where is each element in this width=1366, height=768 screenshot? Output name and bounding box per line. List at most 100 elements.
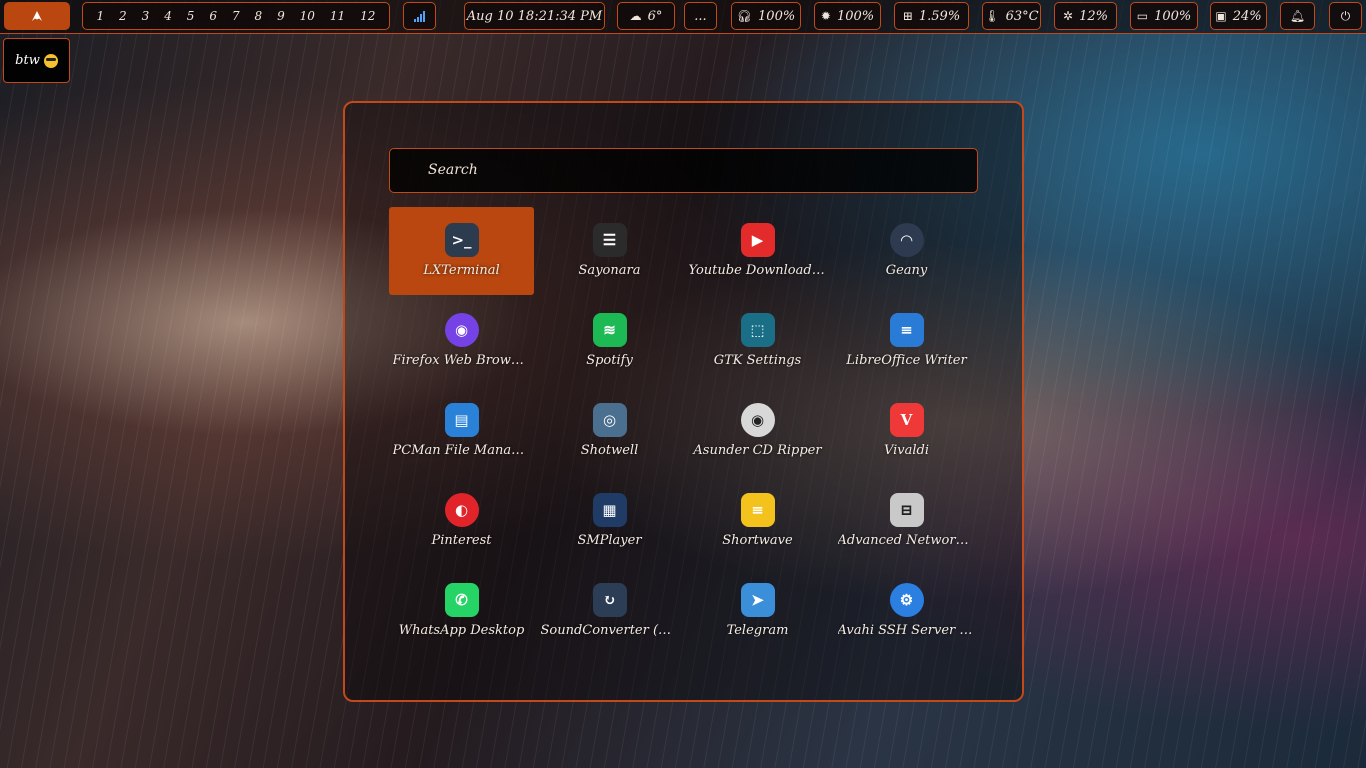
battery-icon: ▭ [1136, 9, 1149, 23]
file-manager-icon: ▤ [444, 403, 479, 437]
app-tile[interactable]: ▶ Youtube Downloade... [685, 207, 830, 295]
disk-widget[interactable]: ▣ 24% [1210, 2, 1267, 30]
app-tile-label: Firefox Web Browser [392, 353, 531, 368]
workspace-8[interactable]: 8 [255, 9, 263, 23]
app-launcher-button[interactable] [4, 2, 70, 30]
more-button[interactable]: ... [684, 2, 717, 30]
workspace-3[interactable]: 3 [142, 9, 150, 23]
battery-widget[interactable]: ▭ 100% [1130, 2, 1198, 30]
btw-label: btw [15, 53, 40, 68]
cloud-rain-icon: ☁ [629, 9, 642, 23]
writer-icon: ≡ [889, 313, 924, 347]
app-tile-label: Sayonara [578, 263, 641, 278]
app-tile[interactable]: ◠ Geany [834, 207, 979, 295]
workspace-10[interactable]: 10 [300, 9, 315, 23]
memory-chip-icon: ✲ [1063, 9, 1074, 23]
app-tile-label: Shotwell [580, 443, 639, 458]
weather-temp: 6° [647, 8, 663, 24]
telegram-icon: ➤ [740, 583, 775, 617]
brightness-widget[interactable]: ✹ 100% [814, 2, 881, 30]
app-tile[interactable]: ▤ PCMan File Manager [389, 387, 534, 475]
arch-logo-icon [32, 11, 42, 21]
app-tile-label: GTK Settings [713, 353, 802, 368]
workspace-6[interactable]: 6 [209, 9, 217, 23]
workspace-7[interactable]: 7 [232, 9, 240, 23]
app-tile-label: Shortwave [722, 533, 793, 548]
network-icon: ⊟ [889, 493, 924, 527]
power-button[interactable]: ⏻ [1329, 2, 1362, 30]
headphones-icon: 🎧︎ [736, 9, 753, 23]
memory-widget[interactable]: ✲ 12% [1054, 2, 1117, 30]
app-tile[interactable]: ↻ SoundConverter (dark) [537, 567, 682, 655]
soundconverter-icon: ↻ [592, 583, 627, 617]
vivaldi-icon: V [889, 403, 924, 437]
power-icon: ⏻ [1340, 8, 1351, 23]
app-tile[interactable]: ☰ Sayonara [537, 207, 682, 295]
terminal-icon: >_ [444, 223, 479, 257]
bell-icon: 🔔︎ [1289, 9, 1306, 23]
network-indicator[interactable] [403, 2, 436, 30]
app-tile-label: Vivaldi [883, 443, 930, 458]
geany-icon: ◠ [889, 223, 924, 257]
notifications-button[interactable]: 🔔︎ [1280, 2, 1315, 30]
brightness-icon: ✹ [820, 9, 831, 23]
app-tile-label: Avahi SSH Server B... [837, 623, 976, 638]
btw-widget[interactable]: btw [3, 38, 70, 83]
app-tile[interactable]: ◉ Firefox Web Browser [389, 297, 534, 385]
clock[interactable]: Aug 10 18:21:34 PM [464, 2, 605, 30]
app-tile[interactable]: ➤ Telegram [685, 567, 830, 655]
whatsapp-icon: ✆ [444, 583, 479, 617]
cpu-widget[interactable]: ⊞ 1.59% [894, 2, 969, 30]
workspace-switcher: 1 2 3 4 5 6 7 8 9 10 11 12 [82, 2, 390, 30]
workspace-2[interactable]: 2 [119, 9, 127, 23]
app-tile[interactable]: ▦ SMPlayer [537, 477, 682, 565]
app-tile[interactable]: ◐ Pinterest [389, 477, 534, 565]
workspace-4[interactable]: 4 [164, 9, 172, 23]
app-tile[interactable]: ≡ LibreOffice Writer [834, 297, 979, 385]
clock-text: Aug 10 18:21:34 PM [466, 8, 603, 24]
app-grid: >_ LXTerminal ☰ Sayonara ▶ Youtube Downloade.… [389, 207, 983, 657]
thermometer-icon: 🌡︎ [984, 9, 1000, 23]
app-tile[interactable]: ≋ Spotify [537, 297, 682, 385]
app-tile[interactable]: ≡ Shortwave [685, 477, 830, 565]
app-tile[interactable]: >_ LXTerminal [389, 207, 534, 295]
cd-icon: ◉ [740, 403, 775, 437]
app-tile[interactable]: V Vivaldi [834, 387, 979, 475]
app-tile[interactable]: ⬚ GTK Settings [685, 297, 830, 385]
spotify-icon: ≋ [592, 313, 627, 347]
app-tile-label: Geany [885, 263, 928, 278]
camera-icon: ◎ [592, 403, 627, 437]
disk-value: 24% [1232, 8, 1262, 24]
workspace-5[interactable]: 5 [187, 9, 195, 23]
workspace-1[interactable]: 1 [96, 9, 104, 23]
headphones-volume-widget[interactable]: 🎧︎ 100% [731, 2, 801, 30]
memory-value: 12% [1079, 8, 1108, 24]
app-tile[interactable]: ◉ Asunder CD Ripper [685, 387, 830, 475]
sunglasses-emoji-icon [43, 53, 58, 68]
app-tile-label: Advanced Network ... [837, 533, 976, 548]
app-tile[interactable]: ⊟ Advanced Network ... [834, 477, 979, 565]
app-tile-label: Asunder CD Ripper [693, 443, 822, 458]
app-tile[interactable]: ◎ Shotwell [537, 387, 682, 475]
app-tile[interactable]: ⚙ Avahi SSH Server B... [834, 567, 979, 655]
weather-widget[interactable]: ☁ 6° [617, 2, 675, 30]
app-tile-label: WhatsApp Desktop [398, 623, 525, 638]
app-tile-label: Youtube Downloade... [688, 263, 827, 278]
more-label: ... [694, 8, 707, 24]
disk-icon: ▣ [1215, 9, 1227, 23]
workspace-12[interactable]: 12 [360, 9, 375, 23]
radio-icon: ≡ [740, 493, 775, 527]
brightness-value: 100% [836, 8, 875, 24]
battery-value: 100% [1154, 8, 1192, 24]
workspace-11[interactable]: 11 [330, 9, 345, 23]
temperature-widget[interactable]: 🌡︎ 63°C [982, 2, 1041, 30]
top-panel: 1 2 3 4 5 6 7 8 9 10 11 12 Aug 10 18:21:34 PM ☁ 6° … [0, 0, 1366, 34]
workspace-9[interactable]: 9 [277, 9, 285, 23]
pinterest-icon: ◐ [444, 493, 479, 527]
search-input[interactable]: Search [389, 148, 978, 193]
gtk-settings-icon: ⬚ [740, 313, 775, 347]
temperature-value: 63°C [1005, 8, 1039, 24]
cpu-icon: ⊞ [902, 9, 913, 23]
avahi-icon: ⚙ [889, 583, 924, 617]
app-tile[interactable]: ✆ WhatsApp Desktop [389, 567, 534, 655]
